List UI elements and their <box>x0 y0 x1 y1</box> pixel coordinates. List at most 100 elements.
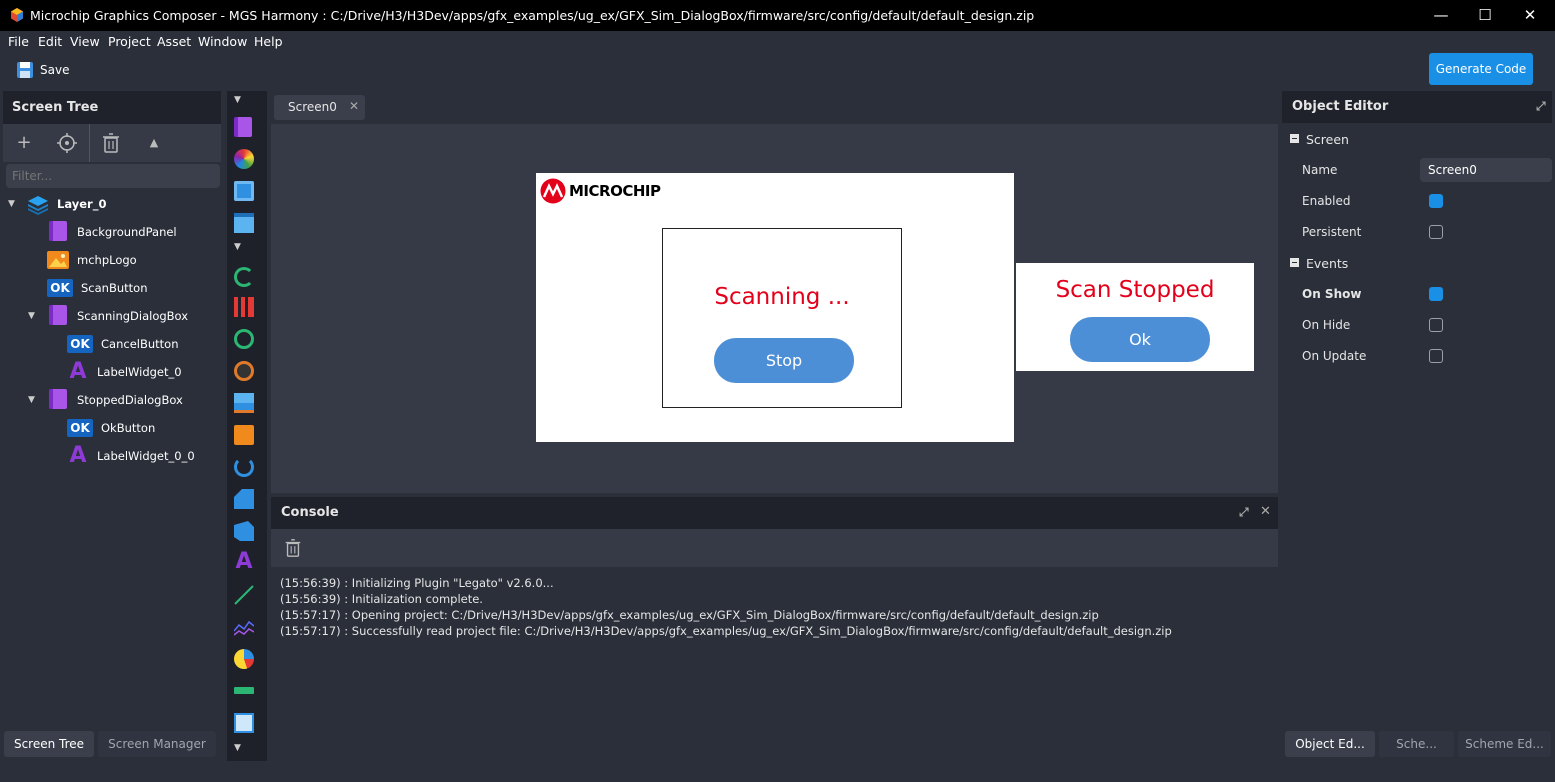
section-screen[interactable]: Screen <box>1282 124 1552 155</box>
tree-item-backgroundpanel[interactable]: BackgroundPanel <box>47 218 177 246</box>
color-wheel-widget-icon[interactable] <box>234 149 254 169</box>
line-graph-widget-icon[interactable] <box>234 617 254 637</box>
editor-tab-bar: Screen0 ✕ <box>271 91 1278 124</box>
bar-graph-widget-icon[interactable] <box>234 297 254 317</box>
mchp-logo[interactable]: MICROCHIP <box>540 178 661 204</box>
scanning-label: Scanning ... <box>714 284 850 310</box>
tree-item-scanbutton[interactable]: OK ScanButton <box>47 274 147 302</box>
toolbar-divider <box>89 124 90 162</box>
screen-canvas[interactable]: MICROCHIP Scanning ... Stop <box>536 173 1014 442</box>
maximize-button[interactable]: ☐ <box>1465 4 1505 26</box>
section-label: Screen <box>1306 132 1349 147</box>
enabled-checkbox[interactable] <box>1429 194 1443 208</box>
on-update-checkbox[interactable] <box>1429 349 1443 363</box>
scanning-dialog-box[interactable]: Scanning ... Stop <box>662 228 902 408</box>
expand-arrow-icon[interactable]: ▼ <box>8 199 18 209</box>
clear-console-trash-icon[interactable] <box>283 537 303 559</box>
collapse-arrow-icon[interactable]: ▼ <box>234 743 241 753</box>
collapse-arrow-icon[interactable]: ▼ <box>234 95 241 105</box>
menu-file[interactable]: File <box>8 34 29 49</box>
tree-filter-input[interactable] <box>6 164 220 188</box>
persistent-checkbox[interactable] <box>1429 225 1443 239</box>
console-line: (15:57:17) : Successfully read project f… <box>280 624 1172 638</box>
arc-widget-icon[interactable] <box>234 267 254 287</box>
on-hide-checkbox[interactable] <box>1429 318 1443 332</box>
circle-widget-icon[interactable] <box>234 329 254 349</box>
console-toolbar <box>271 529 1278 567</box>
console-panel: Console ⤢ ✕ (15:56:39) : Initializing Pl… <box>271 497 1278 761</box>
pie-chart-widget-icon[interactable] <box>234 649 254 669</box>
close-window-button[interactable]: ✕ <box>1510 4 1550 26</box>
group-box-widget-icon[interactable] <box>234 181 254 201</box>
expand-arrow-icon[interactable]: ▼ <box>28 395 38 405</box>
image-widget-icon[interactable] <box>234 425 254 445</box>
box-widget-icon[interactable] <box>234 521 254 541</box>
property-label: Persistent <box>1302 225 1362 239</box>
tree-item-okbutton[interactable]: OK OkButton <box>67 414 155 442</box>
menu-window[interactable]: Window <box>198 34 247 49</box>
add-icon[interactable]: + <box>13 132 35 154</box>
save-button[interactable]: Save <box>16 59 69 81</box>
tree-item-mchplogo[interactable]: mchpLogo <box>47 246 137 274</box>
menu-help[interactable]: Help <box>254 34 283 49</box>
console-line: (15:56:39) : Initializing Plugin "Legato… <box>280 576 554 590</box>
tab-screen-manager[interactable]: Screen Manager <box>98 731 216 757</box>
menu-project[interactable]: Project <box>108 34 151 49</box>
menu-view[interactable]: View <box>70 34 100 49</box>
object-editor-panel: Object Editor ⤢ Screen Name Screen0 Enab… <box>1282 91 1552 728</box>
tree-item-label: mchpLogo <box>77 253 137 267</box>
app-logo-icon <box>11 8 23 22</box>
collapse-arrow-icon[interactable]: ▼ <box>234 242 241 252</box>
collapse-box-icon <box>1290 258 1299 267</box>
tree-item-labelwidget0[interactable]: A LabelWidget_0 <box>67 358 181 386</box>
tree-item-label: ScanButton <box>81 281 148 295</box>
section-label: Events <box>1306 256 1349 271</box>
console-line: (15:57:17) : Opening project: C:/Drive/H… <box>280 608 1099 622</box>
line-widget-icon[interactable] <box>234 585 254 605</box>
rotate-widget-icon[interactable] <box>234 457 254 477</box>
menu-edit[interactable]: Edit <box>38 34 62 49</box>
menu-asset[interactable]: Asset <box>157 34 191 49</box>
panel-icon <box>49 221 67 241</box>
label-widget-icon[interactable]: A <box>234 551 254 573</box>
tree-item-label: OkButton <box>101 421 156 435</box>
minimize-button[interactable]: — <box>1421 4 1461 26</box>
stop-button[interactable]: Stop <box>714 338 854 383</box>
ok-button[interactable]: Ok <box>1070 317 1210 362</box>
locate-crosshair-icon[interactable] <box>56 132 78 154</box>
close-tab-icon[interactable]: ✕ <box>349 99 359 113</box>
on-show-checkbox[interactable] <box>1429 287 1443 301</box>
tab-scheme-editor[interactable]: Scheme Ed... <box>1458 731 1551 757</box>
stopped-dialog-box[interactable]: Scan Stopped Ok <box>1016 263 1254 371</box>
rectangle-widget-icon[interactable] <box>234 713 254 733</box>
image-sequence-widget-icon[interactable] <box>234 393 254 413</box>
expand-icon[interactable]: ⤢ <box>1536 99 1546 114</box>
gauge-widget-icon[interactable] <box>234 361 254 381</box>
label-icon: A <box>69 443 87 468</box>
tab-screen0[interactable]: Screen0 ✕ <box>274 95 365 120</box>
trash-icon[interactable] <box>100 132 122 154</box>
widget-palette: ▼ ▼ A ▼ <box>227 91 267 761</box>
expand-icon[interactable]: ⤢ <box>1239 505 1249 520</box>
progress-bar-widget-icon[interactable] <box>234 687 254 694</box>
move-up-icon[interactable]: ▲ <box>143 132 165 154</box>
generate-code-button[interactable]: Generate Code <box>1429 53 1533 85</box>
tree-item-stoppeddialogbox[interactable]: StoppedDialogBox <box>47 386 183 414</box>
tab-screen-tree[interactable]: Screen Tree <box>4 731 94 757</box>
expand-arrow-icon[interactable]: ▼ <box>28 311 38 321</box>
name-field[interactable]: Screen0 <box>1420 158 1552 182</box>
panel-widget-icon[interactable] <box>234 117 252 137</box>
tab-scheme[interactable]: Sche... <box>1379 731 1454 757</box>
section-events[interactable]: Events <box>1282 248 1552 279</box>
close-console-icon[interactable]: ✕ <box>1260 504 1271 519</box>
tree-item-labelwidget00[interactable]: A LabelWidget_0_0 <box>67 442 194 470</box>
microchip-logo-icon <box>540 178 566 204</box>
keypad-widget-icon[interactable] <box>234 489 254 509</box>
tree-item-scanningdialogbox[interactable]: ScanningDialogBox <box>47 302 188 330</box>
tree-item-layer[interactable]: Layer_0 <box>27 190 106 218</box>
screen-tree-title: Screen Tree <box>12 100 99 115</box>
floppy-disk-icon <box>17 62 33 78</box>
tab-object-editor[interactable]: Object Ed... <box>1285 731 1375 757</box>
window-widget-icon[interactable] <box>234 213 254 233</box>
tree-item-cancelbutton[interactable]: OK CancelButton <box>67 330 178 358</box>
